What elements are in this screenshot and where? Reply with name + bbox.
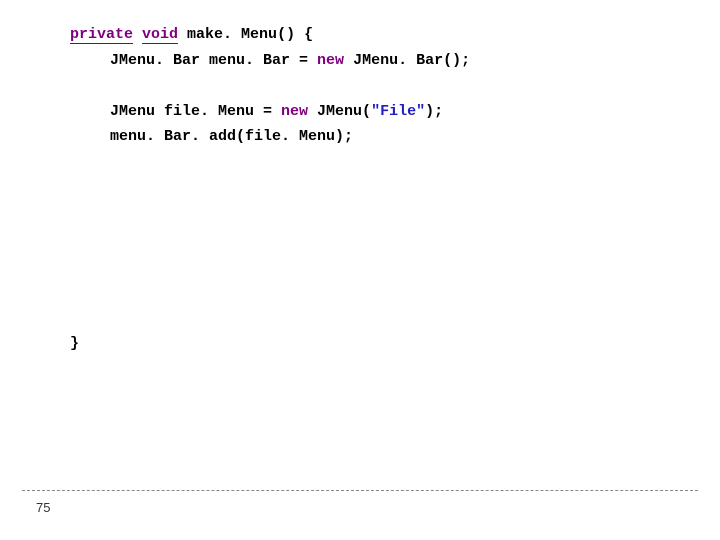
code-line-3: JMenu file. Menu = new JMenu("File"); (70, 99, 670, 125)
slide: private void make. Menu() { JMenu. Bar m… (0, 0, 720, 540)
code-line-2: JMenu. Bar menu. Bar = new JMenu. Bar(); (70, 48, 670, 74)
footer-divider (22, 490, 698, 491)
line3-mid: JMenu( (308, 103, 371, 120)
closing-brace: } (70, 335, 79, 352)
keyword-new: new (281, 103, 308, 120)
keyword-new: new (317, 52, 344, 69)
code-line-decl: private void make. Menu() { (70, 22, 670, 48)
keyword-private: private (70, 26, 133, 44)
code-line-4: menu. Bar. add(file. Menu); (70, 124, 670, 150)
line2-pre: JMenu. Bar menu. Bar = (110, 52, 317, 69)
line3-pre: JMenu file. Menu = (110, 103, 281, 120)
string-literal: "File" (371, 103, 425, 120)
decl-rest: make. Menu() { (178, 26, 313, 43)
blank-line-1 (70, 73, 670, 99)
line3-post: ); (425, 103, 443, 120)
line2-post: JMenu. Bar(); (344, 52, 470, 69)
line4: menu. Bar. add(file. Menu); (110, 128, 353, 145)
keyword-void: void (142, 26, 178, 44)
page-number: 75 (36, 500, 50, 515)
code-block: private void make. Menu() { JMenu. Bar m… (70, 22, 670, 150)
